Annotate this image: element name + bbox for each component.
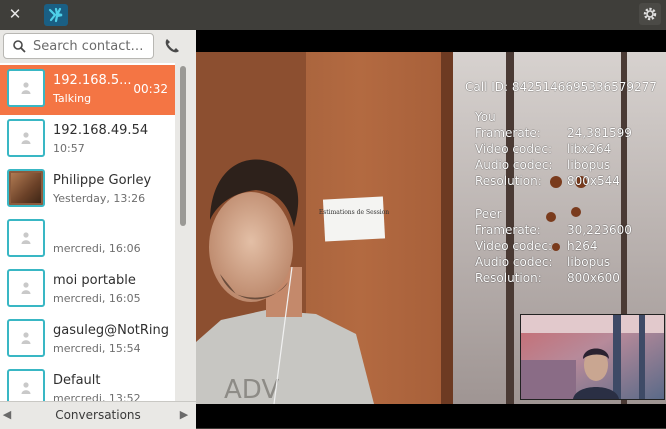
stat-value: 800x544 <box>567 174 620 188</box>
avatar <box>7 69 45 107</box>
contact-item[interactable]: gasuleg@NotRing mercredi, 15:54 <box>0 315 175 365</box>
avatar <box>7 269 45 307</box>
contact-name: Philippe Gorley <box>53 173 152 188</box>
tab-bar: ◀ Conversations ▶ <box>0 401 196 429</box>
stat-value: 24,381599 <box>567 126 632 140</box>
stat-label: Resolution: <box>475 174 542 188</box>
person-icon <box>21 132 31 144</box>
stat-label: Resolution: <box>475 271 542 285</box>
sidebar: 192.168.5... Talking 00:32 192.168.49.54 10:… <box>0 30 196 429</box>
sign-text: Estimations de Session <box>319 209 389 216</box>
stat-label: Framerate: <box>475 126 541 140</box>
contact-status: mercredi, 16:05 <box>53 292 141 305</box>
tab-conversations[interactable]: Conversations <box>0 408 196 422</box>
person-icon <box>21 332 31 344</box>
video-area[interactable]: Estimations de Session ADV Call ID: 8425… <box>196 30 666 428</box>
stat-value: libopus <box>567 255 611 269</box>
avatar <box>7 319 45 357</box>
contact-name: 192.168.49.54 <box>53 123 149 138</box>
call-id: Call ID: 8425146695336579277 <box>465 79 657 95</box>
conversation-list[interactable]: 192.168.5... Talking 00:32 192.168.49.54 10:… <box>0 63 175 429</box>
person-icon <box>21 232 31 244</box>
stat-value: libopus <box>567 158 611 172</box>
contact-status: mercredi, 16:06 <box>53 242 141 255</box>
contact-status: 10:57 <box>53 142 85 155</box>
scrollbar[interactable] <box>175 63 196 429</box>
contact-status: Yesterday, 13:26 <box>53 192 146 205</box>
phone-icon[interactable] <box>162 36 184 58</box>
avatar <box>7 169 45 207</box>
close-icon[interactable]: ✕ <box>7 5 23 23</box>
stats-peer-title: Peer <box>475 207 502 221</box>
contact-item[interactable]: moi portable mercredi, 16:05 <box>0 265 175 315</box>
letterbox-top <box>196 30 666 52</box>
person-icon <box>21 82 31 94</box>
contact-status: mercredi, 15:54 <box>53 342 141 355</box>
title-bar: ✕ <box>0 0 666 31</box>
stat-label: Video codec: <box>475 239 553 253</box>
avatar <box>7 219 45 257</box>
stats-peer: Peer Framerate: 30,223600 Video codec: h26… <box>475 206 632 286</box>
ring-logo-icon[interactable] <box>44 4 68 26</box>
stat-label: Audio codec: <box>475 255 553 269</box>
gear-icon[interactable] <box>639 3 661 25</box>
tab-next-icon[interactable]: ▶ <box>178 408 190 422</box>
person-icon <box>21 282 31 294</box>
stat-label: Video codec: <box>475 142 553 156</box>
stat-value: 30,223600 <box>567 223 632 237</box>
call-timer: 00:32 <box>133 82 168 96</box>
stat-label: Framerate: <box>475 223 541 237</box>
contact-name: Default <box>53 373 101 388</box>
contact-name: moi portable <box>53 273 136 288</box>
stat-label: Audio codec: <box>475 158 553 172</box>
call-id-value: 8425146695336579277 <box>511 80 657 94</box>
scrollbar-thumb[interactable] <box>180 66 186 226</box>
contact-status: Talking <box>53 92 92 105</box>
contact-item[interactable]: Philippe Gorley Yesterday, 13:26 <box>0 165 175 215</box>
contact-item[interactable]: 192.168.5... Talking 00:32 <box>0 65 175 115</box>
search-icon <box>13 40 26 53</box>
stats-you: You Framerate: 24,381599 Video codec: libx… <box>475 109 632 189</box>
contact-name: gasuleg@NotRing <box>53 323 170 338</box>
contact-item[interactable]: mercredi, 16:06 <box>0 215 175 265</box>
search-input[interactable] <box>33 37 151 55</box>
avatar <box>7 119 45 157</box>
stat-value: h264 <box>567 239 598 253</box>
letterbox-bottom <box>196 404 666 428</box>
contact-item[interactable]: 192.168.49.54 10:57 <box>0 115 175 165</box>
person-icon <box>21 382 31 394</box>
stat-value: libx264 <box>567 142 612 156</box>
stat-value: 800x600 <box>567 271 620 285</box>
svg-text:ADV: ADV <box>224 375 279 404</box>
search-box[interactable] <box>3 33 154 59</box>
stats-you-title: You <box>475 110 496 124</box>
contact-name: 192.168.5... <box>53 73 132 88</box>
call-id-label: Call ID: <box>465 80 509 94</box>
self-view-video[interactable] <box>520 314 665 400</box>
